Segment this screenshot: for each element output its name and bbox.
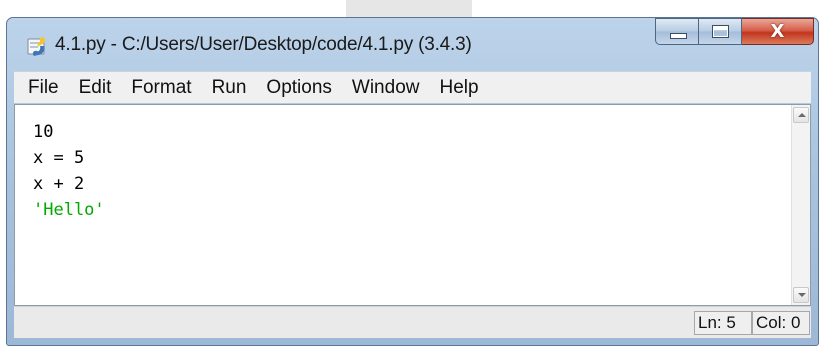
code-line-string[interactable]: 'Hello' [33,197,105,223]
scroll-down-arrow-icon [798,293,806,297]
menu-bar: File Edit Format Run Options Window Help [14,71,811,103]
maximize-icon [712,25,729,38]
menu-file[interactable]: File [20,77,71,99]
title-bar[interactable]: 4.1.py - C:/Users/User/Desktop/code/4.1.… [7,18,818,70]
maximize-button[interactable] [699,18,742,45]
background-tab [346,0,472,17]
idle-python-icon[interactable] [25,34,49,58]
status-bar: Ln: 5 Col: 0 [14,306,811,338]
scroll-up-arrow-icon [798,113,806,117]
code-line[interactable]: x + 2 [33,171,105,197]
scroll-down-button[interactable] [793,287,809,303]
menu-help[interactable]: Help [431,77,490,99]
minimize-icon [670,33,687,39]
close-icon: X [770,21,785,42]
menu-format[interactable]: Format [123,77,203,99]
minimize-button[interactable] [655,18,699,45]
menu-options[interactable]: Options [258,77,343,99]
code-lines[interactable]: 10 x = 5 x + 2 'Hello' [33,119,105,223]
window-title: 4.1.py - C:/Users/User/Desktop/code/4.1.… [55,34,472,55]
window-controls: X [655,18,814,45]
code-line[interactable]: x = 5 [33,145,105,171]
background-strip [0,0,825,17]
vertical-scrollbar[interactable] [791,105,810,305]
menu-edit[interactable]: Edit [71,77,124,99]
menu-window[interactable]: Window [344,77,432,99]
line-number-status: Ln: 5 [694,311,752,335]
close-button[interactable]: X [742,18,814,45]
menu-run[interactable]: Run [204,77,259,99]
code-line[interactable]: 10 [33,119,105,145]
idle-editor-window: 4.1.py - C:/Users/User/Desktop/code/4.1.… [6,17,819,346]
column-number-status: Col: 0 [752,311,810,335]
scroll-up-button[interactable] [793,107,809,123]
code-editor[interactable]: 10 x = 5 x + 2 'Hello' [14,104,811,306]
